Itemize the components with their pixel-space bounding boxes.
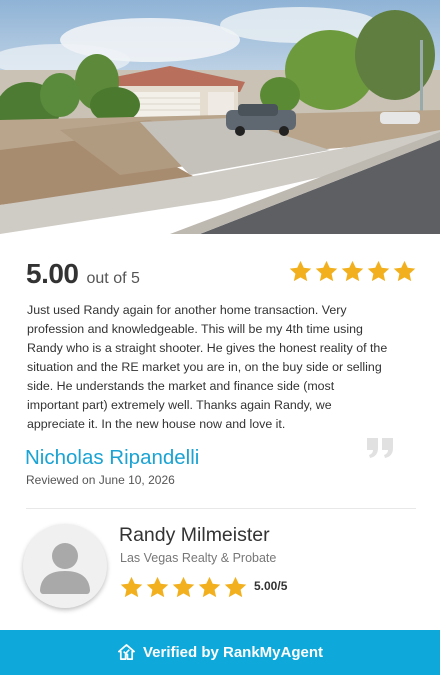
star-icon xyxy=(146,576,169,598)
rating-summary: 5.00 out of 5 xyxy=(26,258,140,290)
star-icon xyxy=(289,260,312,282)
agent-avatar xyxy=(23,524,107,608)
agent-company: Las Vegas Realty & Probate xyxy=(120,551,277,565)
star-icon xyxy=(224,576,247,598)
rankmyagent-house-icon xyxy=(118,644,135,661)
rating-score: 5.00 xyxy=(26,258,79,289)
divider xyxy=(26,508,416,509)
rating-stars xyxy=(288,259,417,284)
star-icon xyxy=(120,576,143,598)
verified-footer[interactable]: Verified by RankMyAgent xyxy=(0,630,440,675)
star-icon xyxy=(172,576,195,598)
star-icon xyxy=(198,576,221,598)
property-photo xyxy=(0,0,440,234)
user-silhouette-icon xyxy=(40,543,90,594)
review-date-value: June 10, 2026 xyxy=(98,473,175,487)
star-icon xyxy=(367,260,390,282)
rating-scale: out of 5 xyxy=(86,270,140,287)
agent-rating-stars xyxy=(119,575,248,600)
star-icon xyxy=(341,260,364,282)
review-text: Just used Randy again for another home t… xyxy=(27,303,388,431)
review-date-prefix: Reviewed on xyxy=(26,473,96,487)
agent-score: 5.00/5 xyxy=(254,579,288,593)
star-icon xyxy=(393,260,416,282)
reviewer-name: Nicholas Ripandelli xyxy=(25,446,200,469)
review-card: 5.00 out of 5 Just used Randy again for … xyxy=(0,234,440,630)
verified-label: Verified by RankMyAgent xyxy=(142,644,324,661)
quote-icon xyxy=(367,438,393,458)
agent-name[interactable]: Randy Milmeister xyxy=(119,524,270,547)
review-date: Reviewed on June 10, 2026 xyxy=(26,473,175,487)
star-icon xyxy=(315,260,338,282)
